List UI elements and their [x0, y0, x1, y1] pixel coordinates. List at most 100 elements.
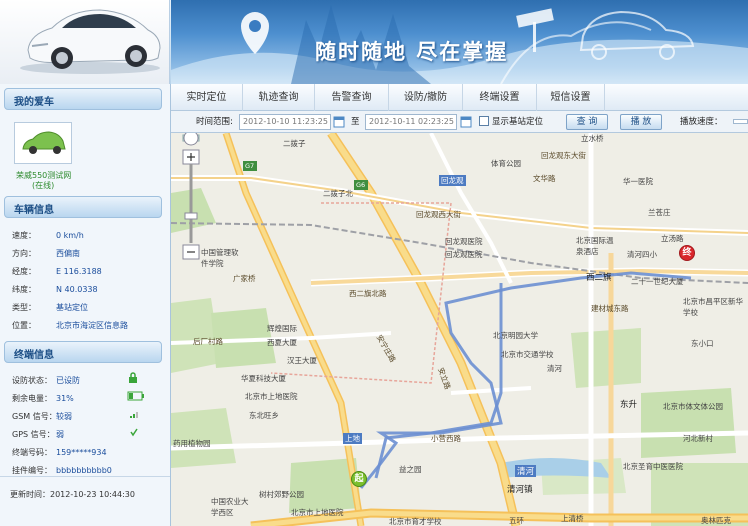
map-label: 文华路: [533, 174, 556, 183]
map-label: 北京明园大学: [493, 331, 538, 340]
map-label: G7: [245, 162, 255, 170]
vehicle-info-row: 位置： 北京市海淀区信息路: [12, 321, 128, 330]
map-label: 东升: [620, 400, 638, 410]
map-label: 清河: [547, 364, 562, 373]
map-label: 后厂村路: [193, 337, 223, 346]
lock-icon: [129, 372, 137, 383]
map-view[interactable]: 起 终 二拨子 二拨子北 体育公园 立水桥 回龙观东大街 G7 G6 回龙观 回…: [171, 133, 748, 526]
map-label: 立汤路: [661, 234, 684, 243]
track-toolbar: 时间范围: 2012-10-10 11:23:25 至 2012-10-11 0…: [171, 111, 748, 133]
car-status: (在线): [32, 181, 55, 190]
map-label: 清河: [515, 465, 537, 477]
end-time-input[interactable]: 2012-10-11 02:23:25: [365, 114, 457, 130]
battery-icon: [127, 391, 144, 401]
map-label: 药用植物园: [173, 439, 211, 448]
map-label: 回龙观医院: [445, 237, 483, 246]
tab-arm-disarm[interactable]: 设防/撤防: [389, 84, 463, 111]
show-station-label: 显示基站定位: [492, 117, 544, 127]
start-marker[interactable]: 起: [351, 471, 367, 491]
map-label: 北京市上地医院: [245, 392, 298, 401]
map-label: 河北新村: [683, 434, 713, 443]
start-time-input[interactable]: 2012-10-10 11:23:25: [239, 114, 331, 130]
map-label: 北京圣育中医医院: [623, 462, 683, 471]
car-logo: [0, 0, 170, 84]
my-car-title: 我的爱车: [14, 97, 54, 108]
map-label: 二拨子北: [323, 189, 353, 198]
terminal-info-row: GSM 信号：较弱: [12, 412, 72, 421]
my-car-header: 我的爱车: [4, 88, 162, 110]
map-label: 清河镇: [507, 485, 533, 495]
map-label: 上地: [343, 433, 362, 444]
left-sidebar: 我的爱车 荣威550测试网 (在线) 车辆信息 速度： 0 km/h 方向： 西偏南…: [0, 84, 171, 526]
map-label: 回龙观西大街: [416, 210, 461, 219]
map-label: G6: [356, 181, 366, 189]
map-label: 华夏科技大厦: [241, 374, 286, 383]
tab-terminal-settings[interactable]: 终端设置: [463, 84, 537, 111]
terminal-info-row: 终端号码： 159*****934: [12, 448, 107, 457]
vehicle-info-title: 车辆信息: [14, 205, 54, 216]
map-label: 回龙观医院: [445, 250, 483, 259]
header: 随时随地 尽在掌握: [0, 0, 748, 84]
banner: 随时随地 尽在掌握: [171, 0, 748, 84]
slogan: 随时随地 尽在掌握: [315, 40, 509, 64]
tab-realtime-location[interactable]: 实时定位: [171, 84, 243, 111]
divider: [0, 476, 170, 477]
vehicle-info-row: 速度： 0 km/h: [12, 231, 84, 240]
play-speed-slider[interactable]: [733, 119, 748, 124]
car-icon: [22, 131, 66, 154]
terminal-info-header: 终端信息: [4, 341, 162, 363]
update-time-row: 更新时间：2012-10-23 10:44:30: [10, 490, 135, 499]
tab-track-query[interactable]: 轨迹查询: [243, 84, 315, 111]
vehicle-info-row: 经度： E 116.3188: [12, 267, 102, 276]
map-label: 北京市昌平区新华学校: [683, 297, 743, 317]
vehicle-info-row: 纬度： N 40.0338: [12, 285, 98, 294]
play-speed-label: 播放速度：: [680, 117, 723, 127]
car-thumbnail[interactable]: [14, 122, 72, 164]
map-label: 立水桥: [581, 134, 604, 143]
main-nav: 实时定位 轨迹查询 告警查询 设防/撤防 终端设置 短信设置: [171, 84, 748, 111]
map-label: 北京市育才学校: [389, 517, 442, 526]
map-label: 中国管理软件学院: [201, 248, 239, 268]
terminal-info-row: 设防状态： 已设防: [12, 376, 80, 385]
calendar-icon[interactable]: [460, 115, 472, 128]
gsm-signal-icon: [130, 412, 138, 418]
map-label: 东小口: [691, 339, 714, 348]
terminal-info-title: 终端信息: [14, 350, 54, 361]
map-label: 北京市交通学校: [501, 350, 554, 359]
time-range-label: 时间范围:: [196, 117, 233, 127]
calendar-icon[interactable]: [333, 115, 345, 128]
map-label: 回龙观: [439, 175, 466, 186]
map-label: 清河四小: [627, 250, 657, 259]
terminal-info-row: 剩余电量： 31%: [12, 394, 74, 403]
zoom-in-button[interactable]: [183, 150, 199, 164]
vehicle-info-row: 类型： 基站定位: [12, 303, 88, 312]
map-label: 上清桥: [561, 514, 584, 523]
tab-alarm-query[interactable]: 告警查询: [315, 84, 389, 111]
show-station-checkbox[interactable]: [479, 116, 489, 126]
play-button[interactable]: 播 放: [620, 114, 662, 130]
to-label: 至: [351, 117, 360, 127]
map-label: 华一医院: [623, 177, 653, 186]
map-label: 辉煌国际: [267, 324, 297, 333]
map-label: 西夏大厦: [267, 338, 297, 347]
zoom-out-button[interactable]: [183, 245, 199, 259]
end-marker-label: 终: [679, 245, 695, 261]
map-label: 东北旺乡: [249, 411, 279, 420]
map-label: 兰苍庄: [648, 208, 671, 217]
map-label: 北京市上地医院: [291, 508, 344, 517]
query-button[interactable]: 查 询: [566, 114, 608, 130]
tab-sms-settings[interactable]: 短信设置: [537, 84, 605, 111]
map-label: 奥林匹克: [701, 516, 731, 525]
map-label: 建材城东路: [591, 304, 629, 313]
vehicle-info-header: 车辆信息: [4, 196, 162, 218]
start-marker-label: 起: [351, 471, 367, 487]
map-label: 体育公园: [491, 159, 521, 168]
map-label: 北京市体文体公园: [663, 402, 723, 411]
map-label: 二十一世纪大厦: [631, 277, 684, 286]
map-label: 中国农业大学西区: [211, 497, 249, 517]
map-label: 汉王大厦: [287, 356, 317, 365]
map-label: 回龙观东大街: [541, 151, 586, 160]
end-marker[interactable]: 终: [679, 245, 695, 265]
vehicle-info-row: 方向： 西偏南: [12, 249, 80, 258]
terminal-info-row: 挂件编号： bbbbbbbbbb0: [12, 466, 112, 475]
